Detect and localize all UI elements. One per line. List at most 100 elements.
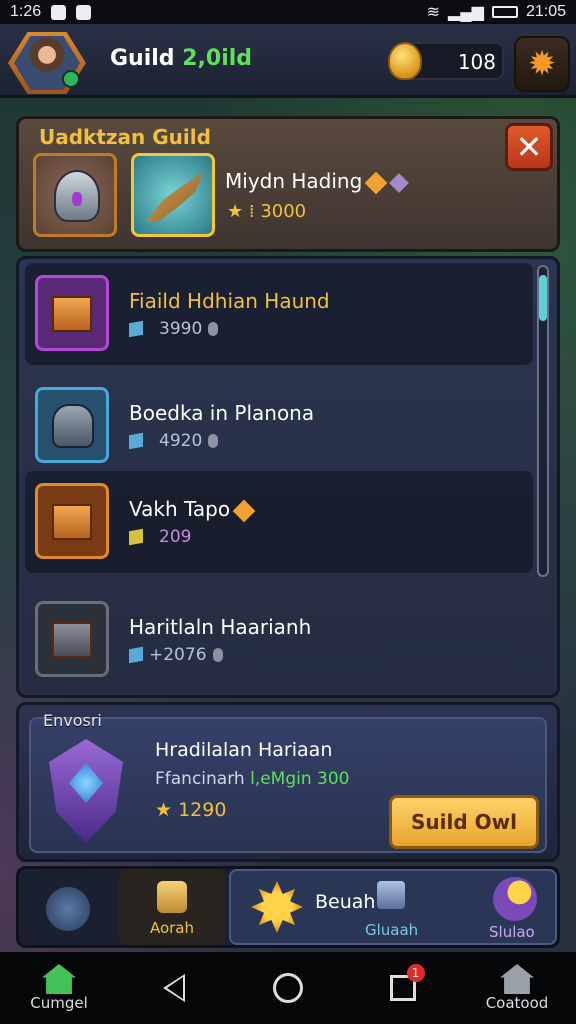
list-item-name: Haritlaln Haarianh (129, 615, 312, 639)
helmet-tile[interactable] (33, 153, 117, 237)
drill-tile[interactable] (131, 153, 215, 237)
cube-icon (129, 320, 143, 338)
event-subtitle-text: Ffancinarh (155, 769, 251, 789)
list-item[interactable]: Fiaild Hdhian Haund 3990 (25, 263, 533, 365)
clock-left: 1:26 (10, 3, 42, 20)
notification-badge: 1 (406, 964, 425, 982)
tab-aorah[interactable]: Aorah (119, 869, 225, 945)
bottom-tabs: Aorah Beuah Gluaah Slulao (16, 866, 560, 948)
orange-gem-icon (364, 171, 388, 194)
home-button[interactable] (253, 973, 323, 1003)
nav-home-app[interactable]: Cumgel (24, 964, 94, 1012)
event-subtitle: Ffancinarh l,eMgin 300 (155, 769, 350, 789)
tab-title: Beuah (315, 891, 376, 913)
list-item-value: 3990 (159, 319, 203, 339)
tab-subtitle: Gluaah (365, 921, 419, 939)
status-bar: 1:26 ≋ ▂▄▆ 21:05 (0, 0, 576, 24)
cube-icon (129, 528, 143, 546)
crate-icon (35, 275, 109, 351)
cube-icon (377, 881, 405, 909)
close-button[interactable]: ✕ (505, 123, 553, 171)
drill-icon (146, 172, 204, 222)
coin-icon (388, 42, 422, 80)
recents-icon: 1 (389, 964, 425, 1001)
list-item-name: Vakh Tapo (129, 497, 256, 522)
event-title: Hradilalan Hariaan (155, 739, 333, 761)
guild-label: Guild (110, 46, 175, 71)
recents-button[interactable]: 1 (368, 964, 438, 1001)
guild-action-button[interactable]: Suild Owl (389, 795, 539, 849)
list-item-stat: 3990 (129, 319, 219, 339)
event-stat-value: 1290 (178, 799, 227, 821)
back-icon (162, 974, 185, 1002)
tab-beuah[interactable]: Beuah Gluaah Slulao (229, 869, 557, 945)
list-item-stat: 4920 (129, 431, 219, 451)
featured-item-name: Miydn Hading (225, 169, 410, 194)
coin-icon (208, 434, 219, 448)
guild-number: 2,0ild (182, 46, 253, 71)
notification-icon (51, 4, 67, 20)
purple-gem-icon (389, 172, 410, 193)
list-item-value: 209 (159, 527, 192, 547)
system-nav-bar: Cumgel 1 Coatood (0, 952, 576, 1024)
coin-icon (208, 322, 219, 336)
tab-refresh[interactable] (25, 869, 111, 945)
event-subtitle-highlight: l,eMgin 300 (250, 769, 350, 789)
scrollbar-thumb[interactable] (539, 275, 547, 321)
list-item[interactable]: Boedka in Planona 4920 (25, 375, 533, 477)
event-label: Envosri (43, 711, 102, 730)
tab-label: Slulao (489, 923, 535, 941)
home-circle-icon (273, 973, 303, 1003)
panel-title: Uadktzan Guild (39, 125, 211, 149)
guild-header-panel: Uadktzan Guild ✕ Miydn Hading ★ ⁞ 3000 (16, 116, 560, 252)
back-button[interactable] (139, 974, 209, 1002)
nav-label: Cumgel (30, 994, 88, 1012)
nav-store[interactable]: Coatood (482, 964, 552, 1012)
list-item[interactable]: Vakh Tapo 209 (25, 471, 533, 573)
crate-icon (35, 601, 109, 677)
helmet-icon (54, 170, 100, 222)
home-icon (42, 964, 76, 994)
list-item[interactable]: Haritlaln Haarianh +2076 (25, 589, 533, 691)
tab-label: Aorah (149, 919, 195, 937)
nav-label: Coatood (485, 994, 549, 1012)
list-item-value: +2076 (149, 645, 207, 665)
guild-list-panel: Fiaild Hdhian Haund 3990 Boedka in Plano… (16, 256, 560, 698)
guild-title: Guild 2,0ild (110, 46, 252, 71)
crystal-icon (157, 881, 187, 913)
crate-icon (35, 483, 109, 559)
list-item-stat: 209 (129, 527, 191, 547)
store-icon (500, 964, 534, 994)
list-item-value: 4920 (159, 431, 203, 451)
star-icon: ★ (155, 799, 173, 821)
star-icon: ★ (227, 201, 244, 222)
featured-item-label: Miydn Hading (225, 169, 363, 193)
top-header: Guild 2,0ild 108 ✹ (0, 24, 576, 98)
list-item-name: Boedka in Planona (129, 401, 315, 425)
featured-item-stat: ★ ⁞ 3000 (227, 201, 307, 222)
orange-gem-icon (232, 499, 256, 522)
ring-icon (493, 877, 537, 921)
gear-icon: ✹ (527, 44, 557, 84)
event-stat: ★ 1290 (155, 799, 226, 821)
event-panel: Envosri Hradilalan Hariaan Ffancinarh l,… (16, 702, 560, 862)
list-item-label: Vakh Tapo (129, 497, 231, 521)
coin-value: 108 (457, 50, 496, 74)
cube-icon (129, 432, 143, 450)
avatar-badge-icon (62, 70, 80, 88)
metal-icon (35, 387, 109, 463)
clock-right: 21:05 (525, 3, 566, 20)
battery-icon (491, 6, 518, 18)
signal-icon: ▂▄▆ (448, 4, 484, 21)
notification-icon (76, 4, 92, 20)
list-item-stat: +2076 (129, 645, 223, 665)
wifi-icon: ≋ (426, 4, 440, 21)
list-item-name: Fiaild Hdhian Haund (129, 289, 330, 313)
sun-icon (251, 881, 303, 933)
refresh-icon (46, 887, 90, 931)
scrollbar[interactable] (537, 265, 549, 577)
cube-icon (129, 646, 143, 664)
settings-button[interactable]: ✹ (514, 36, 570, 92)
close-icon: ✕ (515, 128, 543, 166)
coin-icon (212, 648, 223, 662)
